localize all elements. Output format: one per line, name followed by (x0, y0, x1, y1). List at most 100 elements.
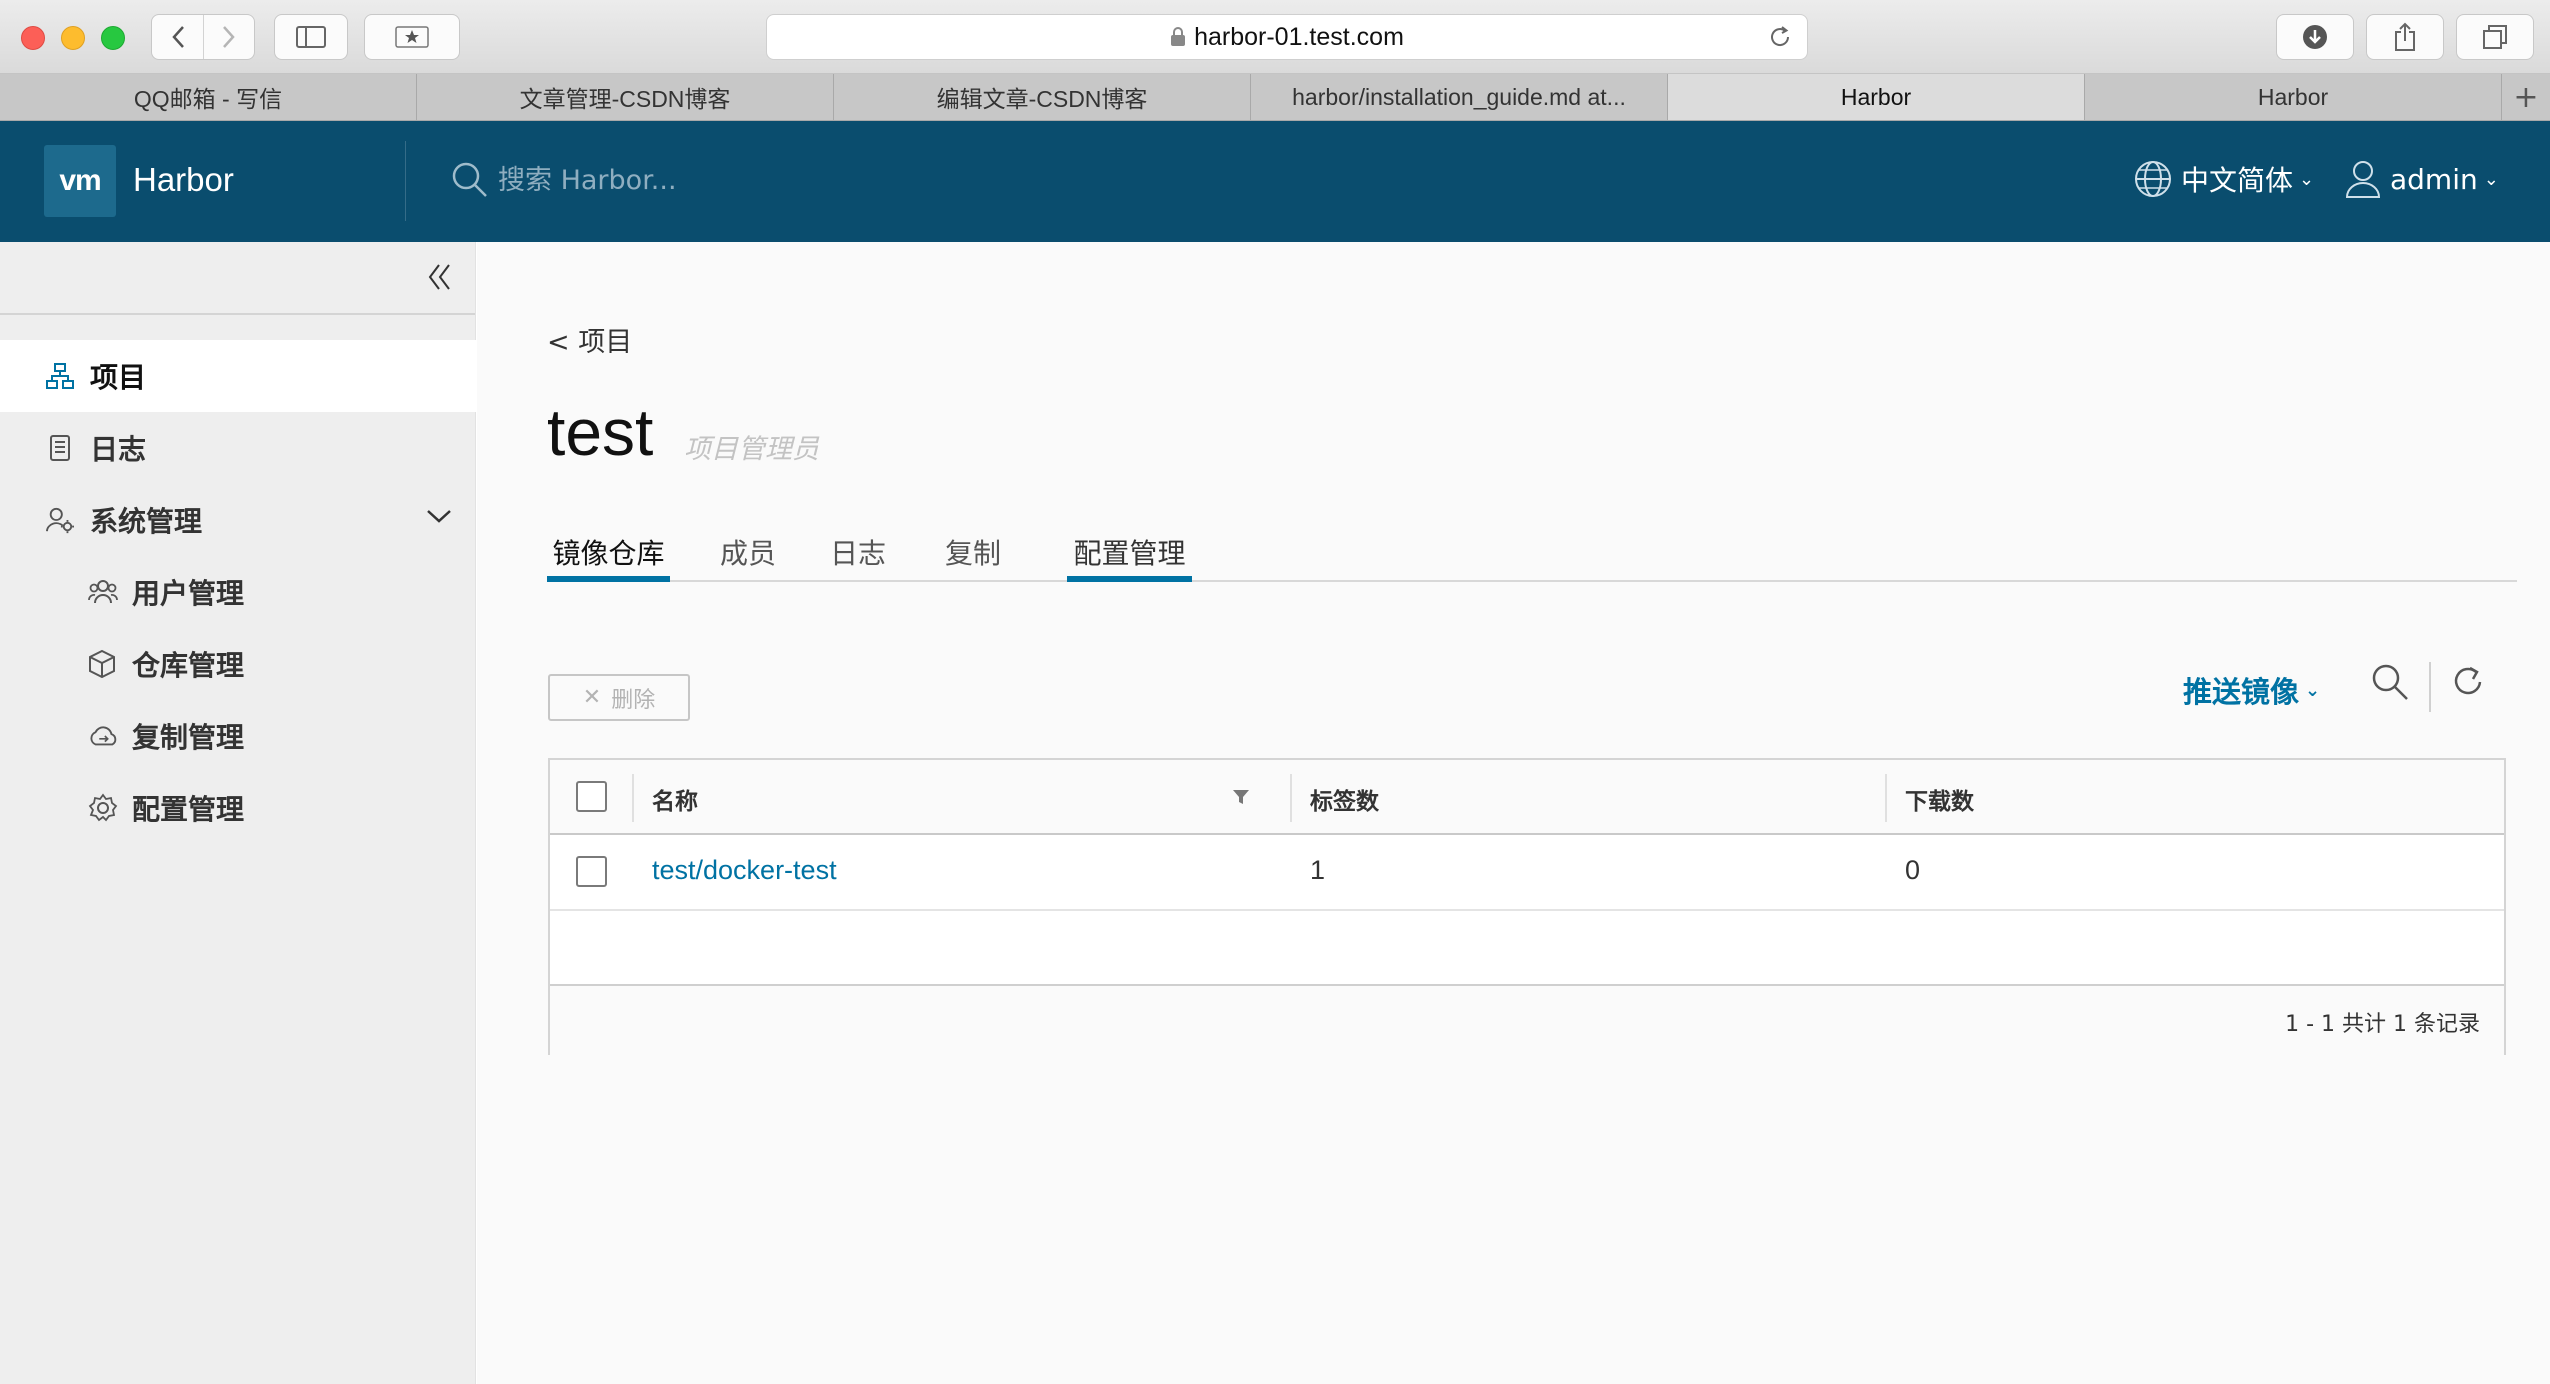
globe-icon (2135, 161, 2171, 197)
brand-name[interactable]: Harbor (133, 161, 234, 199)
minimize-window-button[interactable] (61, 26, 85, 50)
chevron-down-icon: ⌄ (2483, 168, 2499, 190)
lock-icon (1171, 27, 1186, 46)
downloads-button[interactable] (2276, 14, 2354, 60)
tabs-icon (2483, 25, 2507, 49)
sidebar-item-users[interactable]: 用户管理 (0, 556, 476, 628)
browser-tab-label: harbor/installation_guide.md at... (1292, 83, 1626, 110)
column-header-name[interactable]: 名称 (652, 782, 698, 816)
config-icon (88, 793, 118, 823)
browser-tab[interactable]: Harbor (2085, 74, 2502, 120)
header-divider (405, 141, 406, 221)
sidebar-item-registries[interactable]: 仓库管理 (0, 628, 476, 700)
chevron-down-icon: ⌄ (2299, 168, 2315, 190)
browser-tab-label: QQ邮箱 - 写信 (133, 86, 283, 112)
browser-titlebar: harbor-01.test.com (0, 0, 2550, 74)
forward-button[interactable] (203, 15, 254, 59)
close-icon: ✕ (582, 685, 602, 710)
repository-name-link[interactable]: test/docker-test (652, 855, 837, 886)
toolbar-divider (2429, 662, 2431, 712)
reload-icon[interactable] (1767, 24, 1793, 50)
sidebar-icon (296, 26, 326, 48)
sidebar-item-logs[interactable]: 日志 (0, 412, 476, 484)
tab-repositories[interactable]: 镜像仓库 (547, 532, 670, 582)
chevron-down-icon: ⌄ (2305, 679, 2321, 701)
browser-tab-label: Harbor (2257, 83, 2329, 110)
push-image-label: 推送镜像 (2183, 675, 2300, 709)
back-button[interactable] (152, 15, 203, 59)
sidebar-item-replications[interactable]: 复制管理 (0, 700, 476, 772)
language-menu[interactable]: 中文简体 ⌄ (2133, 159, 2314, 199)
breadcrumb-projects-link[interactable]: < 项目 (547, 320, 632, 359)
browser-tab-active[interactable]: Harbor (1668, 74, 2085, 120)
close-window-button[interactable] (21, 26, 45, 50)
sidebar-item-label: 系统管理 (90, 505, 203, 538)
tab-logs[interactable]: 日志 (827, 532, 889, 582)
logs-icon (46, 434, 74, 462)
filter-icon[interactable] (1232, 788, 1250, 806)
tab-members[interactable]: 成员 (717, 532, 779, 582)
sidenav-collapse-row (0, 242, 475, 315)
tab-configuration[interactable]: 配置管理 (1067, 532, 1192, 582)
sidebar-sub-item-label: 配置管理 (132, 793, 245, 826)
browser-tab[interactable]: QQ邮箱 - 写信 (0, 74, 417, 120)
global-search-input[interactable] (498, 157, 1058, 203)
row-checkbox[interactable] (576, 856, 607, 887)
table-row: test/docker-test 1 0 (550, 835, 2504, 911)
filter-search-button[interactable] (2370, 662, 2410, 706)
zoom-window-button[interactable] (101, 26, 125, 50)
username-label: admin (2390, 162, 2478, 196)
browser-tab[interactable]: 编辑文章-CSDN博客 (834, 74, 1251, 120)
tab-overview-button[interactable] (2456, 14, 2534, 60)
sidebar-item-label: 日志 (90, 433, 147, 466)
repository-table: 名称 标签数 下载数 test/docker-test 1 0 1 - 1 共计… (548, 758, 2506, 1055)
sidebar-item-admin[interactable]: 系统管理 (0, 484, 476, 556)
collapse-sidebar-button[interactable] (427, 262, 453, 296)
chevron-down-icon[interactable] (426, 508, 452, 524)
sidebar-item-label: 项目 (90, 361, 147, 394)
show-sidebar-button[interactable] (274, 14, 348, 60)
tab-replication[interactable]: 复制 (942, 532, 1004, 582)
browser-tab-label: 编辑文章-CSDN博客 (936, 86, 1148, 112)
user-menu[interactable]: admin ⌄ (2344, 159, 2499, 199)
registry-icon (88, 649, 118, 679)
push-image-button[interactable]: 推送镜像 ⌄ (2183, 669, 2320, 711)
pull-count: 0 (1905, 855, 1921, 885)
column-separator (632, 774, 634, 822)
download-icon (2303, 25, 2327, 49)
search-icon (2372, 664, 2408, 700)
address-bar[interactable]: harbor-01.test.com (766, 14, 1808, 60)
browser-tab[interactable]: 文章管理-CSDN博客 (417, 74, 834, 120)
table-empty-row (550, 911, 2504, 986)
language-label: 中文简体 (2181, 164, 2294, 197)
search-icon[interactable] (451, 161, 489, 203)
sidebar-item-configuration[interactable]: 配置管理 (0, 772, 476, 844)
refresh-button[interactable] (2450, 662, 2486, 704)
vmware-logo[interactable]: vm (44, 145, 116, 217)
select-all-checkbox[interactable] (576, 781, 607, 812)
replication-icon (88, 723, 118, 749)
column-separator (1290, 774, 1292, 822)
double-chevron-left-icon (428, 264, 450, 290)
new-tab-button[interactable]: + (2502, 74, 2550, 120)
users-icon (88, 578, 118, 606)
main-content: < 项目 test 项目管理员 镜像仓库 成员 日志 复制 配置管理 ✕ 删除 … (477, 242, 2550, 1384)
delete-button[interactable]: ✕ 删除 (548, 674, 690, 721)
tag-count: 1 (1310, 855, 1326, 885)
chevron-right-icon (223, 26, 235, 48)
column-header-pulls[interactable]: 下载数 (1905, 782, 1974, 816)
sidebar-item-projects[interactable]: 项目 (0, 340, 476, 412)
side-navigation: 项目 日志 系统管理 用户管理 仓库管理 复制管理 配置管理 (0, 242, 476, 1384)
table-footer: 1 - 1 共计 1 条记录 (550, 986, 2504, 1055)
plus-icon: + (2513, 79, 2539, 115)
browser-tab-bar: QQ邮箱 - 写信 文章管理-CSDN博客 编辑文章-CSDN博客 harbor… (0, 74, 2550, 121)
project-tabs: 镜像仓库 成员 日志 复制 配置管理 (547, 532, 2517, 582)
history-nav-group (151, 14, 255, 60)
table-header: 名称 标签数 下载数 (550, 760, 2504, 835)
browser-tab-label: 文章管理-CSDN博客 (519, 86, 731, 112)
page-title: test (547, 395, 654, 469)
column-header-tags[interactable]: 标签数 (1310, 782, 1379, 816)
browser-tab[interactable]: harbor/installation_guide.md at... (1251, 74, 1668, 120)
bookmarks-button[interactable] (364, 14, 460, 60)
share-button[interactable] (2366, 14, 2444, 60)
